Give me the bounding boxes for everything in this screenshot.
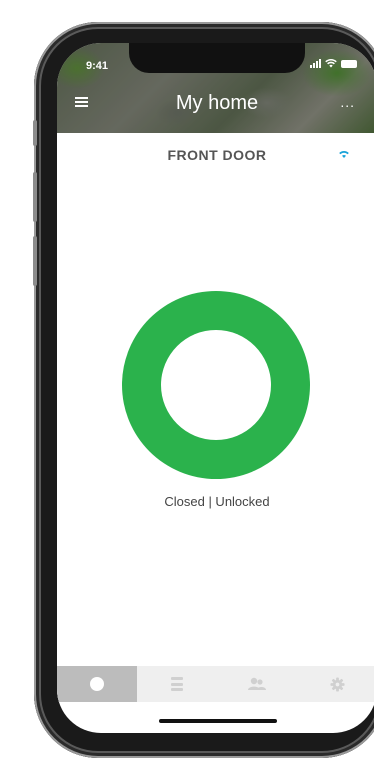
circle-dot-icon xyxy=(90,677,104,691)
gear-icon xyxy=(329,676,345,692)
volume-down-button xyxy=(33,236,37,286)
users-icon xyxy=(248,677,266,690)
wifi-status-icon xyxy=(325,59,337,68)
lock-status-ring-center xyxy=(161,330,271,440)
notch xyxy=(129,43,305,73)
status-time: 9:41 xyxy=(86,60,109,72)
tab-bar xyxy=(57,666,374,702)
app-screen: 9:41 My home ... FRONT DOOR Closed | Unl… xyxy=(57,43,374,733)
wifi-icon xyxy=(339,151,349,158)
lock-status-text: Closed | Unlocked xyxy=(164,494,270,509)
list-icon xyxy=(171,677,183,691)
tab-status[interactable] xyxy=(57,666,137,702)
lock-status-ring[interactable] xyxy=(122,291,310,479)
battery-icon xyxy=(341,60,357,68)
volume-up-button xyxy=(33,172,37,222)
tab-log[interactable] xyxy=(137,666,217,702)
mute-switch xyxy=(33,120,37,146)
more-options-icon[interactable]: ... xyxy=(340,95,355,109)
tab-users[interactable] xyxy=(217,666,297,702)
status-icons xyxy=(310,58,357,68)
page-title: My home xyxy=(175,92,259,114)
tab-settings[interactable] xyxy=(297,666,374,702)
door-name: FRONT DOOR xyxy=(167,147,267,163)
signal-icon xyxy=(310,58,321,68)
home-indicator xyxy=(159,719,277,723)
